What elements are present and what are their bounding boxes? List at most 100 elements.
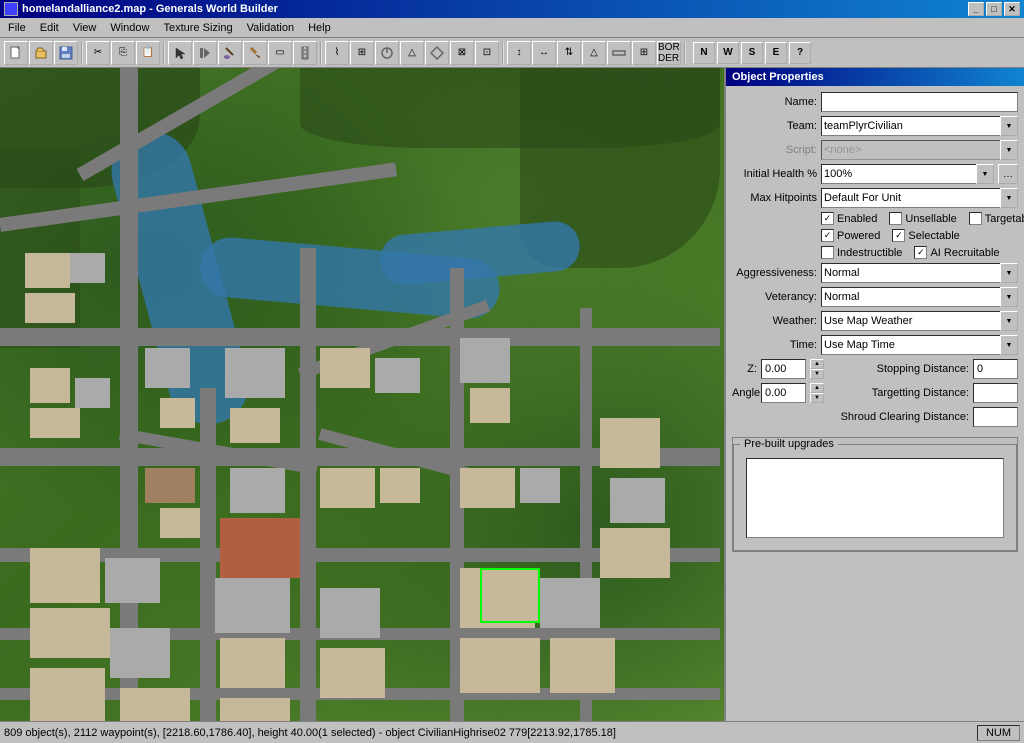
team-select[interactable]: teamPlyrCivilian teamPlayer1 teamPlayer2 <box>821 116 1018 136</box>
time-label: Time: <box>732 339 817 351</box>
compass-w[interactable]: W <box>717 42 739 64</box>
road-button[interactable] <box>293 41 317 65</box>
menu-help[interactable]: Help <box>302 20 337 36</box>
angle-label: Angle: <box>732 387 757 399</box>
window-controls: _ □ ✕ <box>968 2 1020 16</box>
name-input[interactable] <box>821 92 1018 112</box>
eraser-button[interactable]: ▭ <box>268 41 292 65</box>
panel-title: Object Properties <box>726 68 1024 86</box>
health-select-wrapper: 100% 75% 50% 25% ▼ <box>821 164 994 184</box>
close-button[interactable]: ✕ <box>1004 2 1020 16</box>
hitpoints-select-wrapper: Default For Unit Custom ▼ <box>821 188 1018 208</box>
menu-file[interactable]: File <box>2 20 32 36</box>
angle-up-button[interactable]: ▲ <box>810 383 824 393</box>
tool-4[interactable]: △ <box>400 41 424 65</box>
tool-5[interactable] <box>425 41 449 65</box>
weather-select[interactable]: Use Map Weather Clear Cloudy Rain Snow <box>821 311 1018 331</box>
aggressiveness-select[interactable]: Normal Aggressive Passive Alert <box>821 263 1018 283</box>
health-select[interactable]: 100% 75% 50% 25% <box>821 164 994 184</box>
enabled-checkbox[interactable] <box>821 212 834 225</box>
fill-button[interactable] <box>243 41 267 65</box>
targetting-distance-label: Targetting Distance: <box>872 387 969 399</box>
time-select-wrapper: Use Map Time Day Night Dusk Dawn ▼ <box>821 335 1018 355</box>
copy-button[interactable]: ⎘ <box>111 41 135 65</box>
menu-texture-sizing[interactable]: Texture Sizing <box>157 20 238 36</box>
max-hitpoints-row: Max Hitpoints Default For Unit Custom ▼ <box>732 188 1018 208</box>
angle-down-button[interactable]: ▼ <box>810 393 824 403</box>
new-button[interactable] <box>4 41 28 65</box>
indestructible-checkbox[interactable] <box>821 246 834 259</box>
z-down-button[interactable]: ▼ <box>810 369 824 379</box>
tool-13[interactable]: ⊞ <box>632 41 656 65</box>
tool-6[interactable]: ⊠ <box>450 41 474 65</box>
initial-health-label: Initial Health % <box>732 168 817 180</box>
angle-targeting-row: Angle: ▲ ▼ Targetting Distance: <box>732 383 1018 403</box>
menu-edit[interactable]: Edit <box>34 20 65 36</box>
paste-button[interactable]: 📋 <box>136 41 160 65</box>
shroud-clearing-distance-input[interactable] <box>973 407 1018 427</box>
status-bar: 809 object(s), 2112 waypoint(s), [2218.6… <box>0 721 1024 743</box>
minimize-button[interactable]: _ <box>968 2 984 16</box>
upgrades-box[interactable] <box>746 458 1004 538</box>
veterancy-select[interactable]: Normal Veteran Elite Heroic <box>821 287 1018 307</box>
menu-bar: File Edit View Window Texture Sizing Val… <box>0 18 1024 38</box>
menu-window[interactable]: Window <box>104 20 155 36</box>
angle-spinner: ▲ ▼ <box>810 383 824 403</box>
tool-1[interactable]: ⌇ <box>325 41 349 65</box>
targetable-checkbox[interactable] <box>969 212 982 225</box>
team-label: Team: <box>732 120 817 132</box>
stopping-distance-input[interactable] <box>973 359 1018 379</box>
powered-label: Powered <box>837 230 880 242</box>
hitpoints-select[interactable]: Default For Unit Custom <box>821 188 1018 208</box>
select-button[interactable] <box>168 41 192 65</box>
tool-10[interactable]: ⇅ <box>557 41 581 65</box>
aggressiveness-select-wrapper: Normal Aggressive Passive Alert ▼ <box>821 263 1018 283</box>
team-select-wrapper: teamPlyrCivilian teamPlayer1 teamPlayer2… <box>821 116 1018 136</box>
targetting-distance-input[interactable] <box>973 383 1018 403</box>
toolbar-sep-5 <box>684 42 686 64</box>
compass-help[interactable]: ? <box>789 42 811 64</box>
powered-checkbox[interactable] <box>821 229 834 242</box>
unsellable-checkbox[interactable] <box>889 212 902 225</box>
cut-button[interactable]: ✂ <box>86 41 110 65</box>
upgrades-legend: Pre-built upgrades <box>740 438 838 450</box>
z-up-button[interactable]: ▲ <box>810 359 824 369</box>
ai-recruitable-checkbox[interactable] <box>914 246 927 259</box>
tool-8[interactable]: ↕ <box>507 41 531 65</box>
map-view[interactable] <box>0 68 724 721</box>
tool-7[interactable]: ⊡ <box>475 41 499 65</box>
menu-validation[interactable]: Validation <box>241 20 301 36</box>
maximize-button[interactable]: □ <box>986 2 1002 16</box>
enabled-checkbox-item: Enabled <box>821 212 877 225</box>
indestructible-label: Indestructible <box>837 247 902 259</box>
shroud-clearing-distance-label: Shroud Clearing Distance: <box>841 411 969 423</box>
unsellable-label: Unsellable <box>905 213 956 225</box>
save-button[interactable] <box>54 41 78 65</box>
team-row: Team: teamPlyrCivilian teamPlayer1 teamP… <box>732 116 1018 136</box>
tool-9[interactable]: ↔ <box>532 41 556 65</box>
camera-button[interactable] <box>193 41 217 65</box>
script-select[interactable]: <none> <box>821 140 1018 160</box>
z-input[interactable] <box>761 359 806 379</box>
open-button[interactable] <box>29 41 53 65</box>
paint-brush-button[interactable] <box>218 41 242 65</box>
health-extra-button[interactable]: … <box>998 164 1018 184</box>
selectable-checkbox[interactable] <box>892 229 905 242</box>
tool-3[interactable] <box>375 41 399 65</box>
tool-2[interactable]: ⊞ <box>350 41 374 65</box>
object-properties-panel: Object Properties Name: Team: teamPlyrCi… <box>724 68 1024 721</box>
app-icon <box>4 2 18 16</box>
tool-12[interactable] <box>607 41 631 65</box>
script-label: Script: <box>732 144 817 156</box>
num-indicator: NUM <box>977 725 1020 741</box>
time-select[interactable]: Use Map Time Day Night Dusk Dawn <box>821 335 1018 355</box>
tool-14[interactable]: BOR DER <box>657 41 681 65</box>
angle-input[interactable] <box>761 383 806 403</box>
tool-11[interactable]: △ <box>582 41 606 65</box>
compass-n[interactable]: N <box>693 42 715 64</box>
compass-s[interactable]: S <box>741 42 763 64</box>
compass-e[interactable]: E <box>765 42 787 64</box>
prebuilt-upgrades-section: Pre-built upgrades <box>732 433 1018 556</box>
weather-label: Weather: <box>732 315 817 327</box>
menu-view[interactable]: View <box>67 20 103 36</box>
